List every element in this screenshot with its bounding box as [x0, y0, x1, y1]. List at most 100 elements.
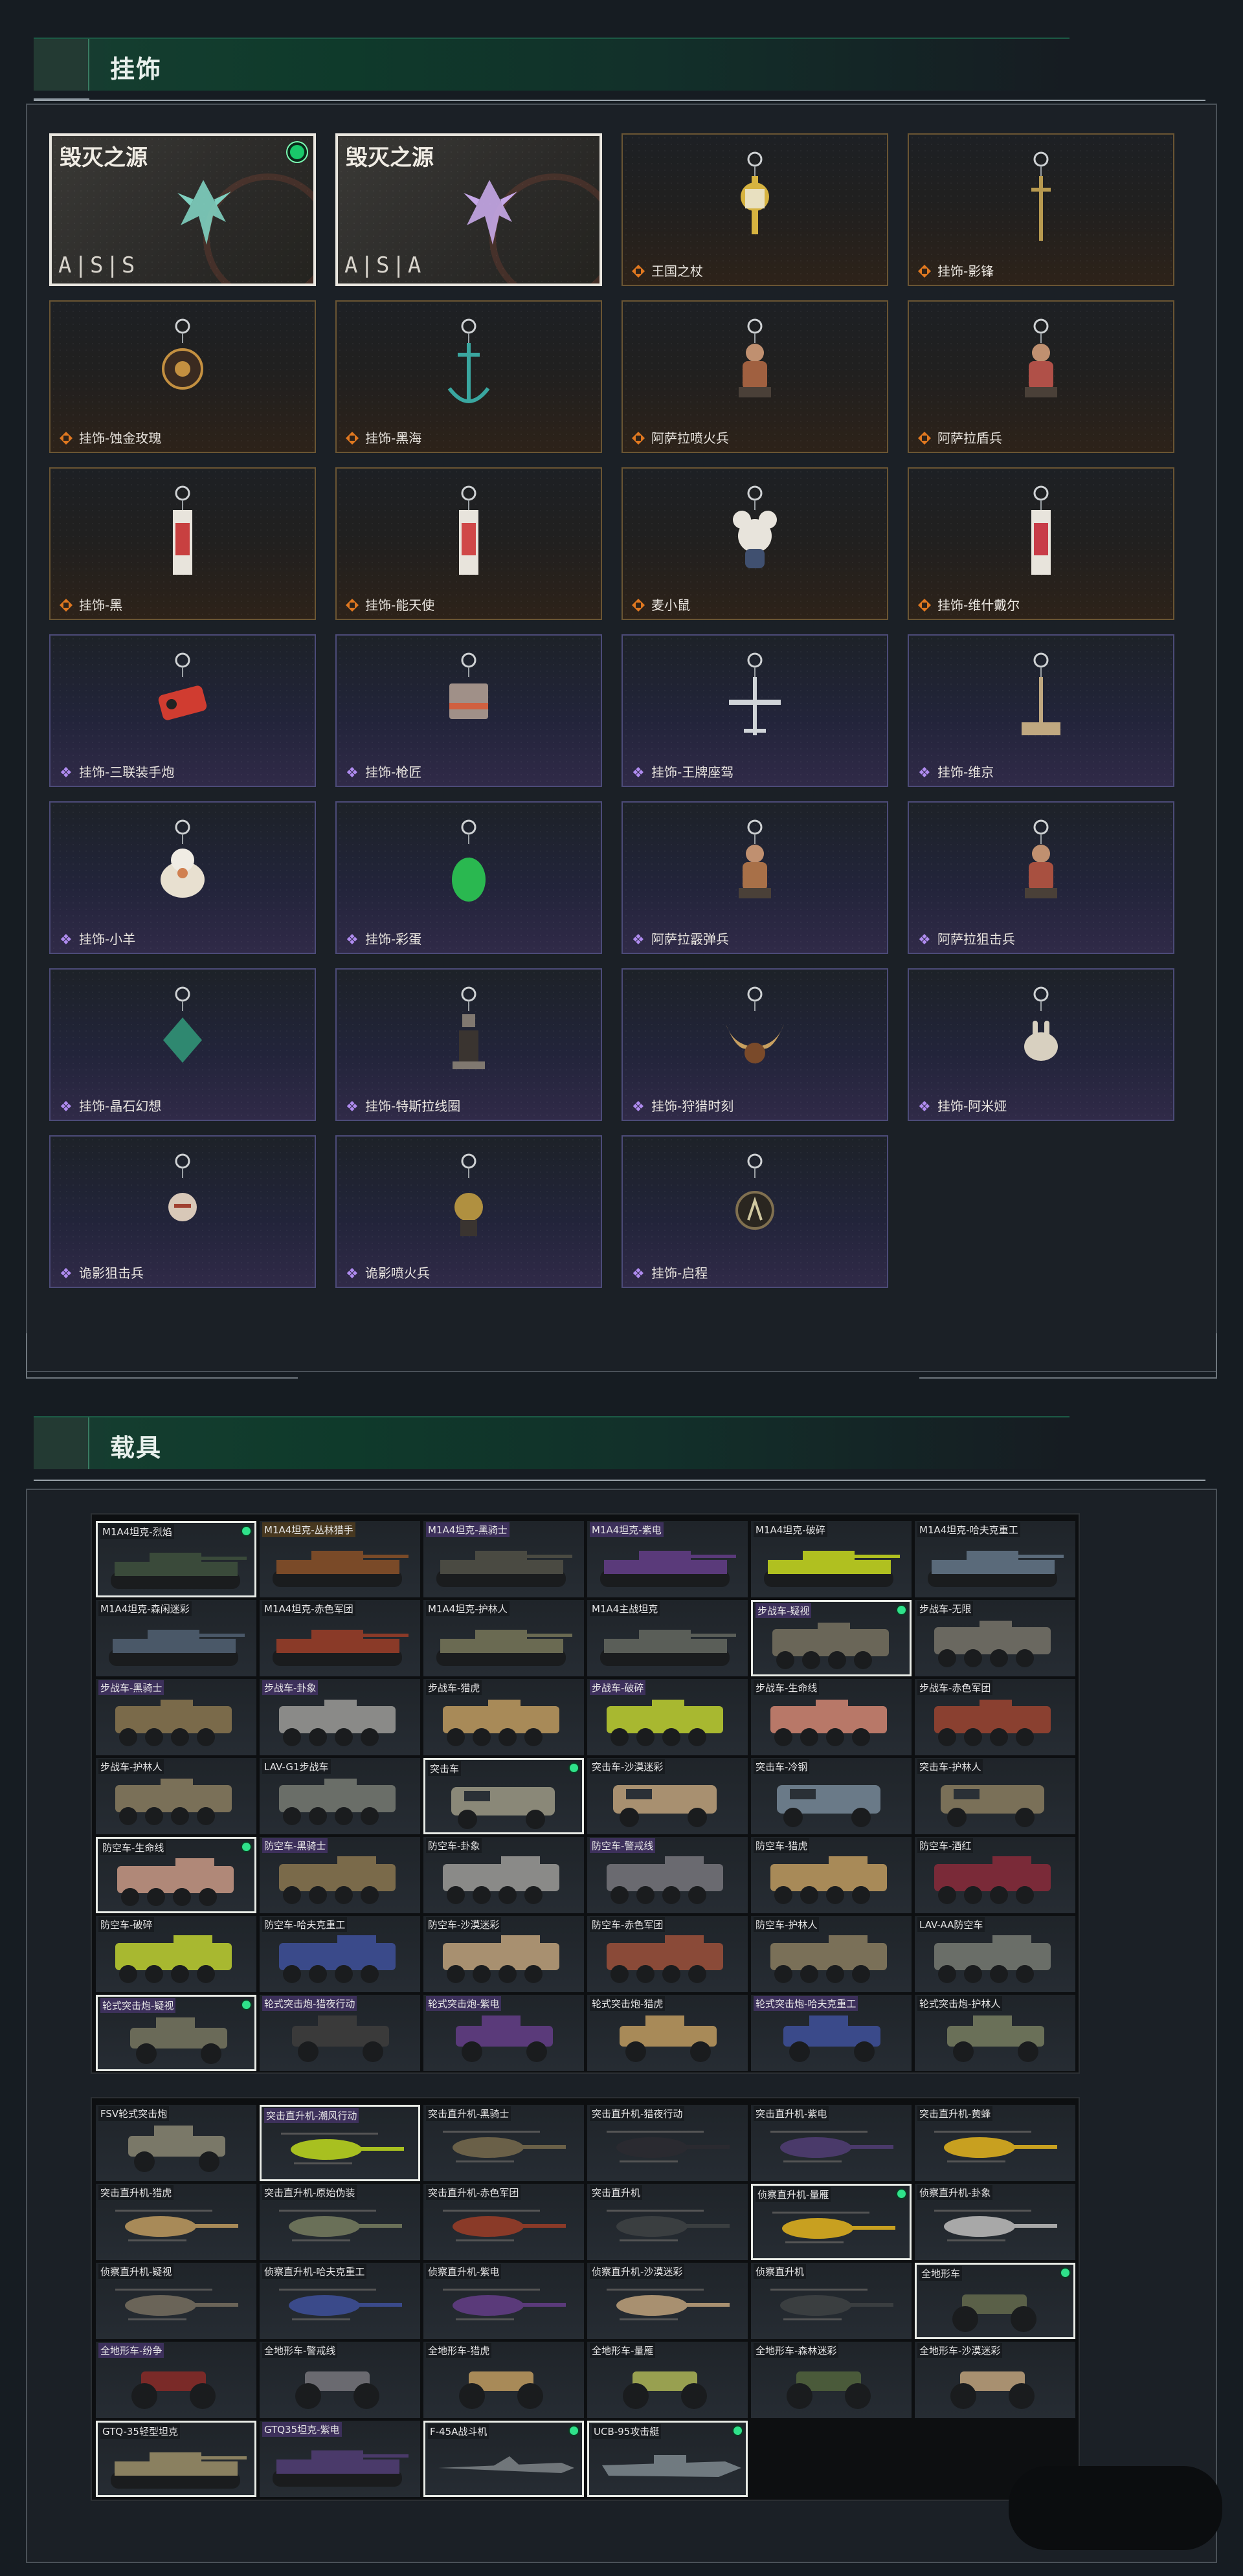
vehicle-tile[interactable]: 突击直升机-猎虎 [96, 2184, 256, 2260]
vehicle-tile[interactable]: 防空车-沙漠迷彩 [423, 1916, 584, 1992]
vehicle-tile[interactable]: 突击直升机-黑骑士 [423, 2105, 584, 2181]
vehicle-tile[interactable]: 防空车-生命线 [96, 1837, 256, 1913]
accessory-card[interactable]: ❖ 挂饰-彩蛋 [335, 801, 602, 954]
vehicle-tile[interactable]: 防空车-酒红 [915, 1837, 1075, 1913]
vehicle-tile[interactable]: 突击直升机-猎夜行动 [587, 2105, 748, 2181]
accessory-card[interactable]: 阿萨拉盾兵 [908, 300, 1174, 453]
vehicle-label: 突击直升机-黑骑士 [426, 2106, 511, 2121]
vehicle-tile[interactable]: 突击车-沙漠迷彩 [587, 1758, 748, 1834]
vehicle-tile[interactable]: 侦察直升机-量雁 [751, 2184, 912, 2260]
floating-chat-bubble[interactable] [1009, 2466, 1222, 2550]
vehicle-tile[interactable]: 侦察直升机-疑视 [96, 2263, 256, 2339]
vehicle-tile[interactable]: M1A4坦克-丛林猎手 [260, 1521, 420, 1597]
vehicle-tile[interactable]: 突击车 [423, 1758, 584, 1834]
accessory-card[interactable]: 王国之杖 [622, 133, 888, 286]
vehicle-tile[interactable]: 突击直升机-赤色军团 [423, 2184, 584, 2260]
accessory-card[interactable]: ❖ 挂饰-狩猎时刻 [622, 968, 888, 1121]
accessory-card[interactable]: ❖ 挂饰-阿米娅 [908, 968, 1174, 1121]
accessory-card[interactable]: 毁灭之源 A|S|S [49, 133, 316, 286]
accessory-card[interactable]: 挂饰-能天使 [335, 467, 602, 620]
accessory-card[interactable]: ❖ 诡影狙击兵 [49, 1135, 316, 1288]
accessory-card[interactable]: ❖ 挂饰-启程 [622, 1135, 888, 1288]
vehicle-tile[interactable]: 步战车-破碎 [587, 1679, 748, 1755]
vehicle-tile[interactable]: M1A4坦克-烈焰 [96, 1521, 256, 1597]
accessory-card[interactable]: 麦小鼠 [622, 467, 888, 620]
vehicle-tile[interactable]: LAV-AA防空车 [915, 1916, 1075, 1992]
accessory-card[interactable]: ❖ 挂饰-王牌座驾 [622, 634, 888, 787]
vehicle-tile[interactable]: 防空车-赤色军团 [587, 1916, 748, 1992]
vehicle-tile[interactable]: 全地形车-森林迷彩 [751, 2342, 912, 2418]
vehicle-tile[interactable]: 防空车-护林人 [751, 1916, 912, 1992]
vehicle-tile[interactable]: 突击直升机 [587, 2184, 748, 2260]
vehicle-tile[interactable]: 突击直升机-紫电 [751, 2105, 912, 2181]
vehicle-tile[interactable]: 全地形车 [915, 2263, 1075, 2339]
vehicle-tile[interactable]: 突击直升机-原始伪装 [260, 2184, 420, 2260]
accessory-card[interactable]: ❖ 诡影喷火兵 [335, 1135, 602, 1288]
accessory-card[interactable]: 挂饰-黑海 [335, 300, 602, 453]
accessory-card[interactable]: 挂饰-蚀金玫瑰 [49, 300, 316, 453]
vehicle-tile[interactable]: 步战车-无限 [915, 1600, 1075, 1676]
vehicle-tile[interactable]: 防空车-警戒线 [587, 1837, 748, 1913]
vehicle-tile[interactable]: M1A4坦克-森闲迷彩 [96, 1600, 256, 1676]
vehicle-tile[interactable]: 轮式突击炮-哈夫克重工 [751, 1995, 912, 2071]
vehicle-tile[interactable]: 防空车-卦象 [423, 1837, 584, 1913]
vehicle-tile[interactable]: 侦察直升机-沙漠迷彩 [587, 2263, 748, 2339]
vehicle-tile[interactable]: 轮式突击炮-护林人 [915, 1995, 1075, 2071]
vehicle-tile[interactable]: 步战车-生命线 [751, 1679, 912, 1755]
accessory-card[interactable]: ❖ 阿萨拉狙击兵 [908, 801, 1174, 954]
accessory-card[interactable]: 挂饰-黑 [49, 467, 316, 620]
vehicle-tile[interactable]: 轮式突击炮-猎虎 [587, 1995, 748, 2071]
vehicle-tile[interactable]: 突击直升机-潮风行动 [260, 2105, 420, 2181]
vehicle-tile[interactable]: 步战车-赤色军团 [915, 1679, 1075, 1755]
accessory-card[interactable]: 阿萨拉喷火兵 [622, 300, 888, 453]
vehicle-tile[interactable]: 步战车-黑骑士 [96, 1679, 256, 1755]
vehicle-tile[interactable]: M1A4坦克-紫电 [587, 1521, 748, 1597]
vehicle-tile[interactable]: 轮式突击炮-疑视 [96, 1995, 256, 2071]
accessory-card[interactable]: ❖ 挂饰-晶石幻想 [49, 968, 316, 1121]
vehicle-tile[interactable]: GTQ-35轻型坦克 [96, 2421, 256, 2497]
vehicle-label: FSV轮式突击炮 [98, 2106, 170, 2121]
vehicle-tile[interactable]: 全地形车-量雁 [587, 2342, 748, 2418]
vehicle-tile[interactable]: 突击直升机-黄蜂 [915, 2105, 1075, 2181]
accessory-card[interactable]: ❖ 挂饰-三联装手炮 [49, 634, 316, 787]
accessory-card[interactable]: ❖ 挂饰-小羊 [49, 801, 316, 954]
vehicle-tile[interactable]: 全地形车-猎虎 [423, 2342, 584, 2418]
vehicle-tile[interactable]: 突击车-冷钢 [751, 1758, 912, 1834]
vehicle-tile[interactable]: M1A4坦克-破碎 [751, 1521, 912, 1597]
vehicle-tile[interactable]: 步战车-猎虎 [423, 1679, 584, 1755]
vehicle-tile[interactable]: F-45A战斗机 [423, 2421, 584, 2497]
vehicle-tile[interactable]: 侦察直升机 [751, 2263, 912, 2339]
vehicle-tile[interactable]: 防空车-黑骑士 [260, 1837, 420, 1913]
accessory-card[interactable]: ❖ 挂饰-枪匠 [335, 634, 602, 787]
vehicle-tile[interactable]: 步战车-卦象 [260, 1679, 420, 1755]
vehicle-tile[interactable]: LAV-G1步战车 [260, 1758, 420, 1834]
vehicle-tile[interactable]: 防空车-破碎 [96, 1916, 256, 1992]
vehicle-tile[interactable]: M1A4主战坦克 [587, 1600, 748, 1676]
vehicle-tile[interactable]: 侦察直升机-卦象 [915, 2184, 1075, 2260]
vehicle-tile[interactable]: 步战车-疑视 [751, 1600, 912, 1676]
accessory-card[interactable]: ❖ 阿萨拉霰弹兵 [622, 801, 888, 954]
accessory-card[interactable]: ❖ 挂饰-特斯拉线圈 [335, 968, 602, 1121]
vehicle-tile[interactable]: 轮式突击炮-紫电 [423, 1995, 584, 2071]
vehicle-tile[interactable]: FSV轮式突击炮 [96, 2105, 256, 2181]
vehicle-tile[interactable]: 侦察直升机-哈夫克重工 [260, 2263, 420, 2339]
vehicle-tile[interactable]: 步战车-护林人 [96, 1758, 256, 1834]
vehicle-tile[interactable]: M1A4坦克-赤色军团 [260, 1600, 420, 1676]
vehicle-tile[interactable]: 全地形车-沙漠迷彩 [915, 2342, 1075, 2418]
vehicle-tile[interactable]: M1A4坦克-护林人 [423, 1600, 584, 1676]
vehicle-tile[interactable]: 全地形车-警戒线 [260, 2342, 420, 2418]
accessory-card[interactable]: 挂饰-影锋 [908, 133, 1174, 286]
vehicle-tile[interactable]: 轮式突击炮-猎夜行动 [260, 1995, 420, 2071]
vehicle-tile[interactable]: 全地形车-纷争 [96, 2342, 256, 2418]
vehicle-tile[interactable]: M1A4坦克-哈夫克重工 [915, 1521, 1075, 1597]
vehicle-tile[interactable]: 侦察直升机-紫电 [423, 2263, 584, 2339]
vehicle-tile[interactable]: M1A4坦克-黑骑士 [423, 1521, 584, 1597]
vehicle-tile[interactable]: 防空车-哈夫克重工 [260, 1916, 420, 1992]
vehicle-tile[interactable]: UCB-95攻击艇 [587, 2421, 748, 2497]
accessory-card[interactable]: 挂饰-维什戴尔 [908, 467, 1174, 620]
accessory-card[interactable]: ❖ 挂饰-维京 [908, 634, 1174, 787]
accessory-card[interactable]: 毁灭之源 A|S|A [335, 133, 602, 286]
vehicle-tile[interactable]: 突击车-护林人 [915, 1758, 1075, 1834]
vehicle-tile[interactable]: GTQ35坦克-紫电 [260, 2421, 420, 2497]
vehicle-tile[interactable]: 防空车-猎虎 [751, 1837, 912, 1913]
